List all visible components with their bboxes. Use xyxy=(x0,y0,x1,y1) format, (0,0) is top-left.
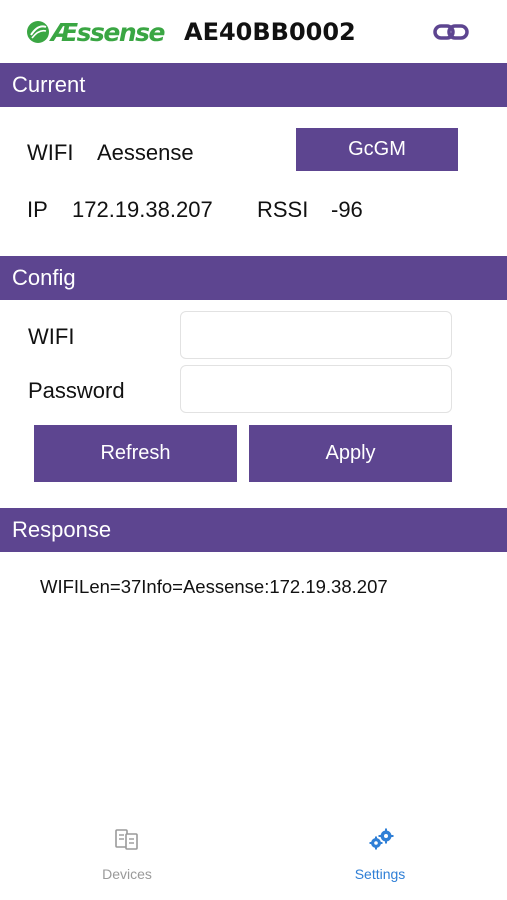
ip-label: IP xyxy=(27,197,48,222)
apply-button[interactable]: Apply xyxy=(249,425,452,482)
response-text: WIFILen=37Info=Aessense:172.19.38.207 xyxy=(40,576,388,597)
rssi-value: -96 xyxy=(331,197,363,222)
link-icon[interactable] xyxy=(432,20,470,44)
ip-value: 172.19.38.207 xyxy=(72,197,213,222)
tab-settings[interactable]: Settings xyxy=(305,810,455,900)
current-wifi-label: WIFI xyxy=(27,140,74,165)
tab-settings-label: Settings xyxy=(354,866,406,882)
password-input[interactable] xyxy=(180,365,452,413)
logo-text: Æssense xyxy=(51,17,165,47)
top-bar: Æssense AE40BB0002 xyxy=(0,0,507,63)
rssi-label: RSSI xyxy=(257,197,309,222)
brand-logo: Æssense xyxy=(26,17,165,47)
tab-devices-label: Devices xyxy=(102,866,152,882)
tab-devices[interactable]: Devices xyxy=(52,810,202,900)
gears-icon xyxy=(369,828,394,850)
password-label: Password xyxy=(28,378,125,403)
leaf-logo-icon xyxy=(27,21,49,43)
bottom-tab-bar: Devices Settings xyxy=(0,810,507,900)
current-wifi-value: Aessense xyxy=(97,140,194,165)
app-screen: Æssense AE40BB0002 Current WIFI Aessense… xyxy=(0,0,507,900)
config-wifi-label: WIFI xyxy=(28,324,75,349)
refresh-button[interactable]: Refresh xyxy=(34,425,237,482)
devices-icon xyxy=(115,829,138,850)
response-section-header: Response xyxy=(0,508,507,552)
config-section-header: Config xyxy=(0,256,507,300)
device-id: AE40BB0002 xyxy=(184,18,356,46)
current-section-header: Current xyxy=(0,63,507,107)
ssid-button[interactable]: GcGM xyxy=(296,128,458,171)
wifi-input[interactable] xyxy=(180,311,452,359)
